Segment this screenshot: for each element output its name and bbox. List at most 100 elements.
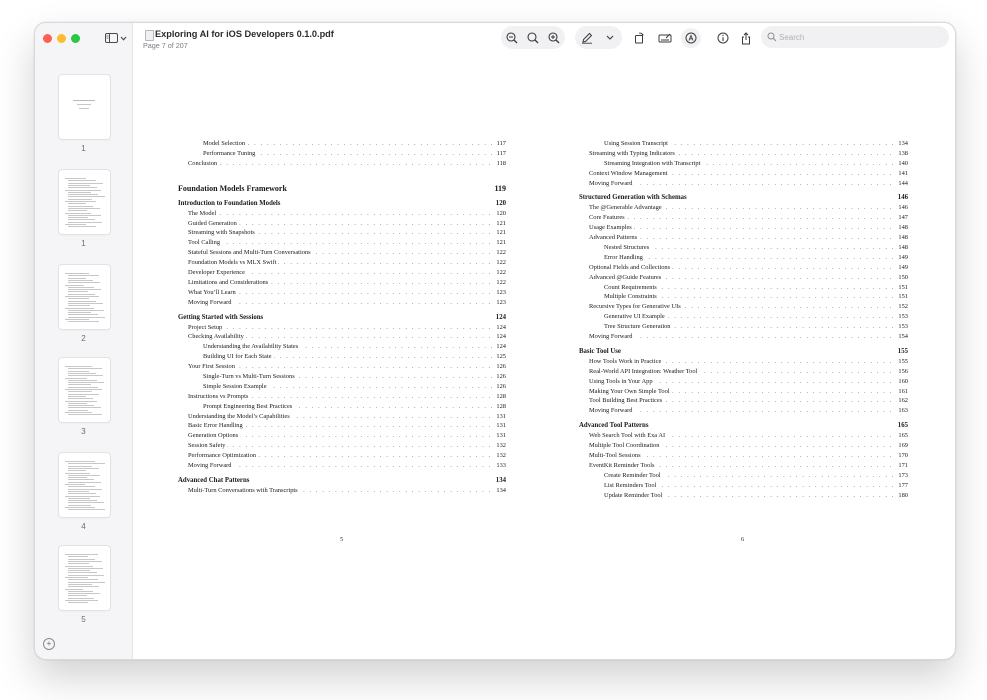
toc-entry[interactable]: . . . . . . . . . . . . . . . . . . . . … [579,203,908,214]
toc-entry-title: Advanced Patterns [589,233,640,244]
toc-entry[interactable]: . . . . . . . . . . . . . . . . . . . . … [579,332,908,342]
toc-entry[interactable]: . . . . . . . . . . . . . . . . . . . . … [579,178,908,189]
toc-entry[interactable]: . . . . . . . . . . . . . . . . . . . . … [579,490,908,501]
toc-entry[interactable]: . . . . . . . . . . . . . . . . . . . . … [579,233,908,244]
toc-entry[interactable]: . . . . . . . . . . . . . . . . . . . . … [178,277,506,288]
toc-entry[interactable]: . . . . . . . . . . . . . . . . . . . . … [579,386,908,397]
toc-entry[interactable]: . . . . . . . . . . . . . . . . . . . . … [178,158,506,169]
toc-entry-page: 131 [494,431,506,442]
toc-entry[interactable]: . . . . . . . . . . . . . . . . . . . . … [178,342,506,353]
toc-entry[interactable]: . . . . . . . . . . . . . . . . . . . . … [579,158,908,169]
toc-entry[interactable]: . . . . . . . . . . . . . . . . . . . . … [178,485,506,496]
toc-entry[interactable]: . . . . . . . . . . . . . . . . . . . . … [178,362,506,373]
toc-entry[interactable]: . . . . . . . . . . . . . . . . . . . . … [178,431,506,442]
toc-entry[interactable]: . . . . . . . . . . . . . . . . . . . . … [579,272,908,283]
leader-dots: . . . . . . . . . . . . . . . . . . . . … [604,253,908,261]
toc-entry[interactable]: . . . . . . . . . . . . . . . . . . . . … [579,396,908,407]
toc-entry[interactable]: . . . . . . . . . . . . . . . . . . . . … [178,352,506,363]
toc-entry[interactable]: . . . . . . . . . . . . . . . . . . . . … [579,356,908,367]
markup-button[interactable] [577,28,597,48]
toc-entry[interactable]: . . . . . . . . . . . . . . . . . . . . … [178,421,506,432]
toc-entry[interactable]: . . . . . . . . . . . . . . . . . . . . … [178,297,506,308]
toc-entry[interactable]: . . . . . . . . . . . . . . . . . . . . … [579,451,908,461]
toc-entry[interactable]: . . . . . . . . . . . . . . . . . . . . … [579,460,908,471]
info-button[interactable] [713,28,733,48]
toc-entry[interactable]: . . . . . . . . . . . . . . . . . . . . … [178,148,506,159]
annotate-button[interactable] [681,28,701,48]
zoom-out-button[interactable] [502,28,522,48]
page-thumbnail[interactable] [59,265,110,329]
zoom-actual-size-button[interactable] [523,28,543,48]
toc-entry[interactable]: . . . . . . . . . . . . . . . . . . . . … [579,168,908,179]
rotate-button[interactable] [629,28,649,48]
toc-entry[interactable]: . . . . . . . . . . . . . . . . . . . . … [178,228,506,239]
toc-chapter-heading[interactable]: Advanced Chat Patterns 134 [178,476,506,486]
toc-entry[interactable]: . . . . . . . . . . . . . . . . . . . . … [579,441,908,452]
toc-entry[interactable]: . . . . . . . . . . . . . . . . . . . . … [579,302,908,313]
toc-chapter-heading[interactable]: Getting Started with Sessions 124 [178,313,506,323]
toc-entry[interactable]: . . . . . . . . . . . . . . . . . . . . … [178,258,506,269]
toc-entry[interactable]: . . . . . . . . . . . . . . . . . . . . … [579,282,908,293]
toc-entry[interactable]: . . . . . . . . . . . . . . . . . . . . … [579,322,908,333]
page-thumbnail[interactable] [59,170,110,234]
toc-entry[interactable]: . . . . . . . . . . . . . . . . . . . . … [579,431,908,442]
add-page-icon[interactable]: + [43,638,55,650]
toc-entry[interactable]: . . . . . . . . . . . . . . . . . . . . … [178,461,506,471]
highlight-button[interactable] [655,28,675,48]
toc-entry[interactable]: . . . . . . . . . . . . . . . . . . . . … [579,213,908,224]
toc-chapter-heading[interactable]: Basic Tool Use 155 [579,347,908,357]
toc-entry[interactable]: . . . . . . . . . . . . . . . . . . . . … [178,139,506,149]
search-field[interactable] [761,26,949,48]
toc-entry[interactable]: . . . . . . . . . . . . . . . . . . . . … [178,451,506,462]
toc-entry[interactable]: . . . . . . . . . . . . . . . . . . . . … [178,441,506,452]
toc-entry[interactable]: . . . . . . . . . . . . . . . . . . . . … [579,470,908,481]
zoom-window-button[interactable] [71,34,80,43]
toc-entry-title: Developer Experience [188,268,247,278]
toc-entry[interactable]: . . . . . . . . . . . . . . . . . . . . … [178,208,506,219]
toc-chapter-heading[interactable]: Advanced Tool Patterns 165 [579,421,908,431]
toc-part-heading[interactable]: Foundation Models Framework 119 [178,183,506,195]
toc-entry[interactable]: . . . . . . . . . . . . . . . . . . . . … [579,262,908,273]
toc-entry[interactable]: . . . . . . . . . . . . . . . . . . . . … [579,252,908,263]
page-thumbnail[interactable] [59,358,110,422]
toc-entry[interactable]: . . . . . . . . . . . . . . . . . . . . … [178,391,506,402]
toc-entry[interactable]: . . . . . . . . . . . . . . . . . . . . … [579,223,908,234]
page-thumbnail[interactable] [59,453,110,517]
toc-entry[interactable]: . . . . . . . . . . . . . . . . . . . . … [579,148,908,159]
toc-entry[interactable]: . . . . . . . . . . . . . . . . . . . . … [178,287,506,298]
toc-entry[interactable]: . . . . . . . . . . . . . . . . . . . . … [579,139,908,149]
toc-entry[interactable]: . . . . . . . . . . . . . . . . . . . . … [178,218,506,229]
toc-entry[interactable]: . . . . . . . . . . . . . . . . . . . . … [178,238,506,249]
toc-entry[interactable]: . . . . . . . . . . . . . . . . . . . . … [579,243,908,253]
zoom-in-button[interactable] [544,28,564,48]
minimize-window-button[interactable] [57,34,66,43]
toc-entry[interactable]: . . . . . . . . . . . . . . . . . . . . … [579,366,908,377]
toc-chapter-heading[interactable]: Introduction to Foundation Models 120 [178,199,506,209]
search-input[interactable] [779,30,939,44]
page-thumbnail[interactable] [59,75,110,139]
toc-entry-page: 156 [896,366,908,377]
toc-entry[interactable]: . . . . . . . . . . . . . . . . . . . . … [178,332,506,343]
share-button[interactable] [736,28,756,48]
sidebar-toggle-button[interactable] [105,31,131,45]
toc-entry[interactable]: . . . . . . . . . . . . . . . . . . . . … [178,401,506,412]
document-title[interactable]: Exploring AI for iOS Developers 0.1.0.pd… [155,29,334,39]
markup-menu-button[interactable] [600,28,620,48]
toc-entry-title: Prompt Engineering Best Practices [203,401,295,412]
toc-entry[interactable]: . . . . . . . . . . . . . . . . . . . . … [579,292,908,303]
toc-entry[interactable]: . . . . . . . . . . . . . . . . . . . . … [178,248,506,259]
toc-entry[interactable]: . . . . . . . . . . . . . . . . . . . . … [178,372,506,382]
page-thumbnail[interactable] [59,546,110,610]
toc-entry-page: 160 [896,376,908,387]
toc-entry[interactable]: . . . . . . . . . . . . . . . . . . . . … [579,376,908,387]
toc-entry[interactable]: . . . . . . . . . . . . . . . . . . . . … [178,411,506,422]
toc-entry[interactable]: . . . . . . . . . . . . . . . . . . . . … [178,268,506,278]
leader-dots: . . . . . . . . . . . . . . . . . . . . … [589,224,908,232]
toc-entry[interactable]: . . . . . . . . . . . . . . . . . . . . … [178,381,506,392]
toc-entry[interactable]: . . . . . . . . . . . . . . . . . . . . … [579,312,908,323]
toc-entry[interactable]: . . . . . . . . . . . . . . . . . . . . … [178,322,506,333]
close-window-button[interactable] [43,34,52,43]
toc-entry[interactable]: . . . . . . . . . . . . . . . . . . . . … [579,406,908,417]
toc-entry[interactable]: . . . . . . . . . . . . . . . . . . . . … [579,480,908,491]
toc-chapter-heading[interactable]: Structured Generation with Schemas 146 [579,193,908,203]
